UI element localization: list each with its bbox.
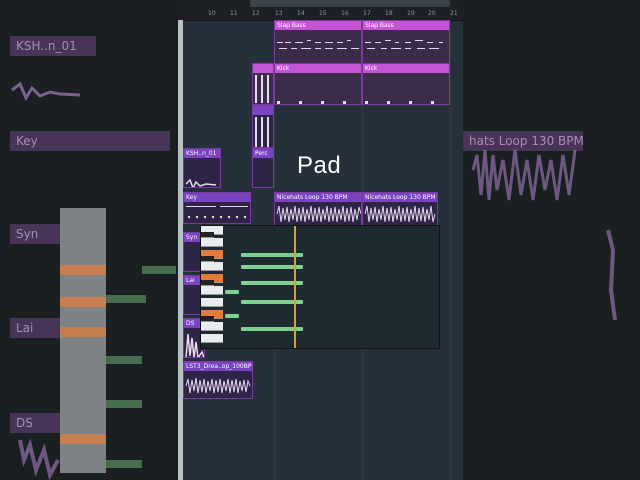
midi-pattern (186, 206, 248, 218)
piano-key[interactable] (201, 238, 223, 247)
clip-label: Kick (275, 64, 361, 73)
bar-number: 20 (428, 10, 436, 17)
bar-number: 16 (341, 10, 349, 17)
clip-perc[interactable]: Perc (252, 148, 274, 188)
clip-kick-short[interactable] (252, 63, 274, 105)
bar-number: 21 (450, 10, 458, 17)
piano-key[interactable] (201, 298, 223, 307)
playhead[interactable] (294, 226, 296, 348)
bar-number: 11 (230, 10, 238, 17)
midi-note[interactable] (225, 314, 239, 318)
clip-ksh[interactable]: KSH..n_01 (183, 148, 221, 188)
background-left-panel: KSH..n_01 Key Syn Lai DS (0, 0, 178, 480)
bar-number: 19 (407, 10, 415, 17)
bar-number: 15 (319, 10, 327, 17)
clip-label: Nicehats Loop 130 BPM (363, 193, 437, 202)
bar-number: 10 (208, 10, 216, 17)
bar-number: 18 (385, 10, 393, 17)
timeline-ruler[interactable]: 10 11 12 13 14 15 16 17 18 19 20 21 (178, 0, 463, 21)
background-right-panel: hats Loop 130 BPM (463, 0, 640, 480)
horizontal-scrollbar[interactable] (250, 0, 450, 7)
clip-label: Slap Bass (275, 21, 361, 30)
waveform (277, 101, 346, 104)
midi-pattern (277, 40, 359, 49)
clip-label: Nicehats Loop 130 BPM (275, 193, 361, 202)
piano-key[interactable] (201, 334, 223, 343)
clip-key[interactable]: Key (183, 192, 251, 224)
piano-roll-window[interactable] (200, 225, 440, 349)
clip-nicehats[interactable]: Nicehats Loop 130 BPM (362, 192, 438, 226)
bar-number: 14 (297, 10, 305, 17)
clip-slap-bass[interactable]: Slap Bass (274, 20, 362, 65)
waveform (185, 377, 251, 394)
midi-note[interactable] (225, 290, 239, 294)
clip-lst3[interactable]: LST3_Drea..op_100BPM (183, 361, 253, 399)
bg-right-art (471, 149, 617, 321)
bar-number: 17 (363, 10, 371, 17)
piano-key[interactable] (201, 286, 223, 295)
clip-label: Key (184, 193, 250, 202)
piano-key[interactable] (201, 262, 223, 271)
clip-label: Perc (253, 149, 273, 158)
waveform (364, 205, 436, 223)
midi-pattern (365, 40, 443, 49)
bg-left-art (11, 81, 176, 480)
clip-label: LST3_Drea..op_100BPM (184, 362, 252, 371)
clip-nicehats[interactable]: Nicehats Loop 130 BPM (274, 192, 362, 226)
bar-number: 13 (275, 10, 283, 17)
clip-slap-bass[interactable]: Slap Bass (362, 20, 450, 65)
waveform (365, 101, 434, 104)
piano-key[interactable] (201, 322, 223, 331)
clip-label: KSH..n_01 (184, 149, 220, 158)
waveform (276, 205, 361, 223)
bar-number: 12 (252, 10, 260, 17)
waveform (255, 75, 269, 103)
clip-label: Slap Bass (363, 21, 449, 30)
clip-hat-short[interactable] (252, 105, 274, 148)
waveform (185, 178, 217, 187)
clip-kick[interactable]: Kick (362, 63, 450, 105)
clip-label: Kick (363, 64, 449, 73)
waveform (255, 117, 269, 147)
video-caption: Pad (297, 152, 342, 179)
clip-kick[interactable]: Kick (274, 63, 362, 105)
